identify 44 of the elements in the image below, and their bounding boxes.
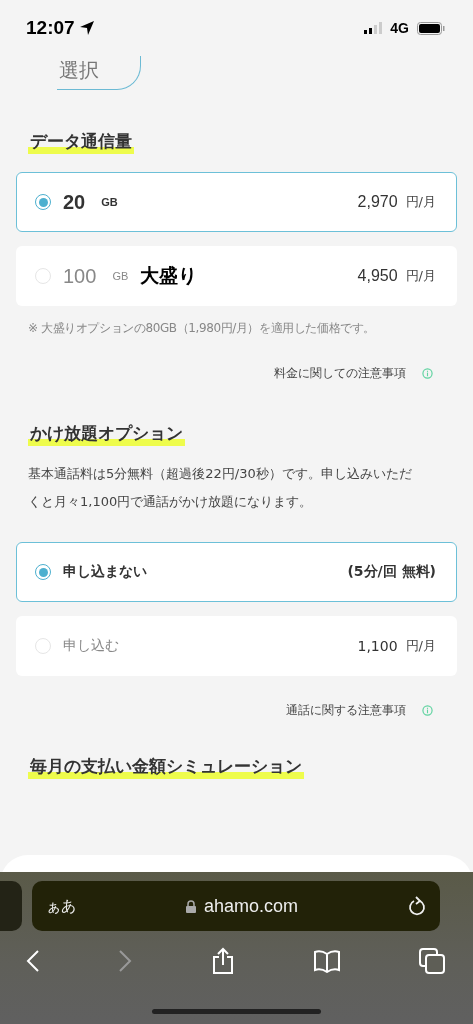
- bookmarks-icon[interactable]: [312, 949, 341, 973]
- tab-preview[interactable]: [0, 881, 22, 931]
- notes-link[interactable]: 通話に関する注意事項: [286, 702, 406, 719]
- forward-icon[interactable]: [118, 949, 133, 973]
- address-bar[interactable]: ぁあ ahamo.com: [32, 881, 440, 931]
- option-label: 申し込まない: [63, 563, 147, 581]
- battery-icon: [417, 21, 445, 35]
- data-unit: GB: [112, 270, 129, 282]
- option-label: 大盛り: [140, 263, 198, 288]
- tabs-icon[interactable]: [419, 948, 445, 974]
- select-button[interactable]: 選択: [57, 56, 141, 90]
- plan-option[interactable]: 100 GB 大盛り 4,950 円/月: [16, 246, 457, 306]
- data-amount: 100: [63, 264, 97, 288]
- call-option[interactable]: 申し込む 1,100 円/月: [16, 616, 457, 676]
- section-heading: 毎月の支払い金額シミュレーション: [28, 755, 304, 779]
- price: (5分/回 無料): [347, 563, 436, 581]
- price-unit: 円/月: [405, 193, 436, 211]
- data-unit: GB: [101, 196, 118, 208]
- network-label: 4G: [390, 20, 409, 36]
- info-icon: [422, 705, 433, 716]
- price: 2,970: [357, 193, 398, 211]
- status-time: 12:07: [26, 17, 75, 39]
- back-icon[interactable]: [26, 949, 40, 973]
- section-heading: かけ放題オプション: [28, 422, 185, 446]
- reload-icon[interactable]: [408, 896, 426, 916]
- lock-icon: [186, 899, 196, 913]
- price-unit: 円/月: [405, 637, 436, 655]
- footnote: ※ 大盛りオプションの80GB（1,980円/月）を適用した価格です。: [28, 320, 377, 337]
- text-size-button[interactable]: ぁあ: [46, 896, 76, 916]
- call-option[interactable]: 申し込まない (5分/回 無料): [16, 542, 457, 602]
- notes-link[interactable]: 料金に関しての注意事項: [274, 365, 406, 382]
- share-icon[interactable]: [210, 947, 235, 975]
- data-amount: 20: [63, 190, 86, 214]
- info-icon: [422, 368, 433, 379]
- price: 4,950: [357, 267, 398, 285]
- section-heading: データ通信量: [28, 130, 134, 154]
- location-arrow-icon: [78, 20, 95, 36]
- description: 基本通話料は5分無料（超過後22円/30秒）です。申し込みいただくと月々1,100円で通話がかけ放題になります。: [28, 465, 413, 511]
- price-unit: 円/月: [405, 267, 436, 285]
- plan-option[interactable]: 20 GB 2,970 円/月: [16, 172, 457, 232]
- price: 1,100: [357, 638, 398, 654]
- url-text: ahamo.com: [204, 895, 299, 917]
- option-label: 申し込む: [63, 637, 119, 655]
- signal-icon: [364, 22, 383, 34]
